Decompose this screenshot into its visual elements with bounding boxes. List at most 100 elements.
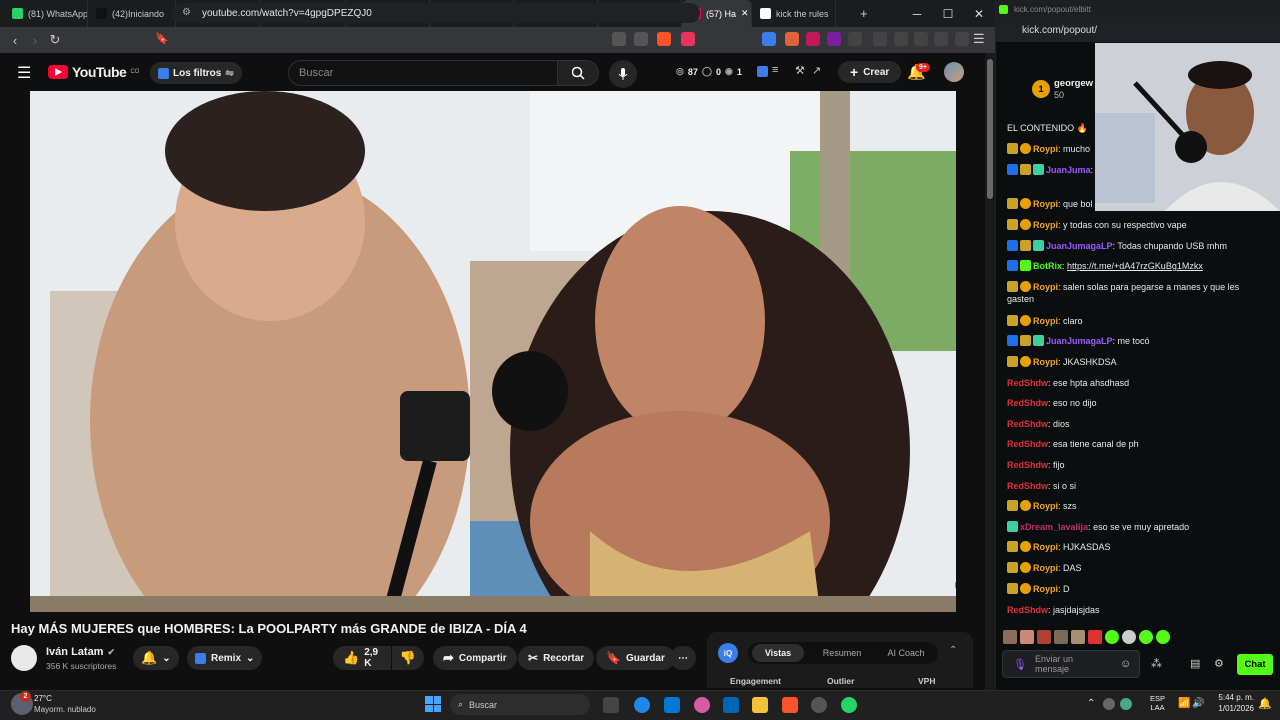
whatsapp-app-icon[interactable] — [841, 697, 857, 713]
new-tab-icon[interactable]: + — [860, 6, 868, 21]
chat-send-button[interactable]: Chat — [1237, 654, 1273, 675]
chat-username[interactable]: RedShdw — [1007, 605, 1048, 615]
scrollbar-thumb[interactable] — [987, 59, 993, 199]
browser-tab[interactable]: (81) WhatsApp — [4, 0, 88, 27]
chat-username[interactable]: JuanJumagaLP — [1046, 336, 1113, 346]
tab-resumen[interactable]: Resumen — [815, 644, 869, 662]
emote-bar[interactable] — [1003, 630, 1170, 644]
chat-message-input[interactable]: 🎙 Enviar un mensaje ☺ — [1002, 650, 1140, 678]
voice-search-button[interactable] — [609, 60, 637, 88]
channel-avatar[interactable] — [11, 645, 37, 671]
remix-button[interactable]: Remix ⌄ — [187, 646, 263, 670]
menu-icon[interactable]: ☰ — [973, 31, 985, 47]
url-field[interactable]: ⚙ youtube.com/watch?v=4gpgDPEZQJ0 — [172, 3, 700, 23]
emote-3-icon[interactable] — [1037, 630, 1051, 644]
more-actions-button[interactable]: ⋯ — [670, 646, 696, 670]
sidebar-icon[interactable] — [894, 32, 908, 46]
tab-ai-coach[interactable]: AI Coach — [880, 644, 932, 662]
search-input[interactable]: Buscar — [288, 60, 558, 86]
collapse-panel-icon[interactable]: ⌃ — [949, 645, 957, 656]
chat-username[interactable]: RedShdw — [1007, 378, 1048, 388]
extension-2-icon[interactable] — [785, 32, 799, 46]
gear-icon[interactable]: ⚙ — [1214, 657, 1224, 670]
chat-username[interactable]: JuanJuma — [1046, 165, 1091, 175]
page-scrollbar[interactable] — [985, 53, 995, 690]
search-button[interactable] — [557, 60, 599, 86]
dislike-button[interactable]: 👎 — [392, 646, 424, 670]
chat-username[interactable]: Roypi — [1033, 542, 1058, 552]
windows-start-icon[interactable] — [425, 696, 441, 712]
reload-icon[interactable]: ↻ — [45, 30, 65, 50]
close-tab-icon[interactable]: ✕ — [741, 8, 749, 19]
chat-username[interactable]: RedShdw — [1007, 481, 1048, 491]
notification-center-icon[interactable]: 🔔 — [1258, 697, 1272, 710]
share-icon[interactable] — [634, 32, 648, 46]
emote-7-icon[interactable] — [1105, 630, 1119, 644]
chat-username[interactable]: Roypi — [1033, 220, 1058, 230]
extension-stats[interactable]: ◎ 87 ◯ 0 ◉ 1 — [676, 66, 742, 77]
emote-6-icon[interactable] — [1088, 630, 1102, 644]
extension-iq-icon[interactable] — [762, 32, 776, 46]
bookmark-icon[interactable]: 🔖 — [155, 32, 169, 45]
forward-icon[interactable]: › — [25, 30, 45, 50]
taskbar-search[interactable]: ⌕ Buscar — [450, 694, 590, 715]
copilot-icon[interactable] — [694, 697, 710, 713]
back-icon[interactable]: ‹ — [5, 30, 25, 50]
like-button[interactable]: 👍 2,9 K — [333, 646, 391, 670]
site-info-icon[interactable]: ⚙ — [182, 7, 191, 18]
wallet-icon[interactable] — [914, 32, 928, 46]
save-button[interactable]: 🔖 Guardar — [596, 646, 675, 670]
chat-username[interactable]: RedShdw — [1007, 439, 1048, 449]
chat-username[interactable]: Roypi — [1033, 144, 1058, 154]
chat-username[interactable]: Roypi — [1033, 584, 1058, 594]
emote-8-icon[interactable] — [1122, 630, 1136, 644]
chat-settings-1-icon[interactable]: ⁂ — [1151, 657, 1162, 670]
wifi-icon[interactable]: 📶 — [1178, 698, 1190, 709]
brave-shield-icon[interactable] — [657, 32, 671, 46]
create-button[interactable]: + Crear — [838, 61, 902, 83]
chat-username[interactable]: Roypi — [1033, 501, 1058, 511]
obs-icon[interactable] — [811, 697, 827, 713]
tray-app-1-icon[interactable] — [1103, 698, 1115, 710]
leo-icon[interactable] — [934, 32, 948, 46]
youtube-logo[interactable]: YouTube CO — [48, 64, 139, 80]
emote-9-icon[interactable] — [1139, 630, 1153, 644]
chat-username[interactable]: JuanJumagaLP — [1046, 241, 1113, 251]
tray-app-2-icon[interactable] — [1120, 698, 1132, 710]
video-player[interactable] — [30, 91, 956, 612]
chat-text[interactable]: https://t.me/+dA47rzGKuBg1Mzkx — [1067, 261, 1203, 271]
filters-button[interactable]: Los filtros ⇋ — [150, 62, 242, 84]
chat-username[interactable]: RedShdw — [1007, 398, 1048, 408]
emote-10-icon[interactable] — [1156, 630, 1170, 644]
chat-username[interactable]: Roypi — [1033, 357, 1058, 367]
channel-name-row[interactable]: Iván Latam ✔ — [46, 646, 115, 658]
iq-panel-icon[interactable]: iQ — [718, 643, 738, 663]
iq-extension-icon[interactable] — [757, 66, 768, 77]
vpn-icon[interactable] — [955, 32, 969, 46]
file-explorer-icon[interactable] — [752, 697, 768, 713]
system-clock[interactable]: 5:44 p. m. 1/01/2026 — [1206, 692, 1254, 714]
cast-icon[interactable] — [612, 32, 626, 46]
subscribe-bell-button[interactable]: 🔔 ⌄ — [133, 646, 179, 670]
chat-username[interactable]: Roypi — [1033, 316, 1058, 326]
chat-username[interactable]: xDream_lavalija — [1020, 522, 1088, 532]
emoji-icon[interactable]: ☺ — [1120, 658, 1131, 670]
list-icon[interactable]: ≡ — [772, 64, 778, 76]
emote-2-icon[interactable] — [1020, 630, 1034, 644]
hamburger-icon[interactable]: ☰ — [17, 63, 31, 83]
brave-rewards-icon[interactable] — [681, 32, 695, 46]
chat-username[interactable]: Roypi — [1033, 563, 1058, 573]
volume-icon[interactable]: 🔊 — [1192, 698, 1204, 709]
emote-4-icon[interactable] — [1054, 630, 1068, 644]
browser-tab[interactable]: (42)Iniciando — [88, 0, 176, 27]
maximize-icon[interactable]: ☐ — [933, 0, 963, 27]
task-view-icon[interactable] — [603, 697, 619, 713]
extension-5-icon[interactable] — [848, 32, 862, 46]
chat-username[interactable]: Roypi — [1033, 199, 1058, 209]
minimize-icon[interactable]: ─ — [902, 0, 932, 27]
input-language[interactable]: ESP LAA — [1150, 694, 1165, 712]
tray-chevron-icon[interactable]: ⌃ — [1087, 698, 1095, 709]
outlook-icon[interactable] — [723, 697, 739, 713]
mic-icon[interactable]: 🎙 — [1013, 658, 1027, 671]
emote-1-icon[interactable] — [1003, 630, 1017, 644]
